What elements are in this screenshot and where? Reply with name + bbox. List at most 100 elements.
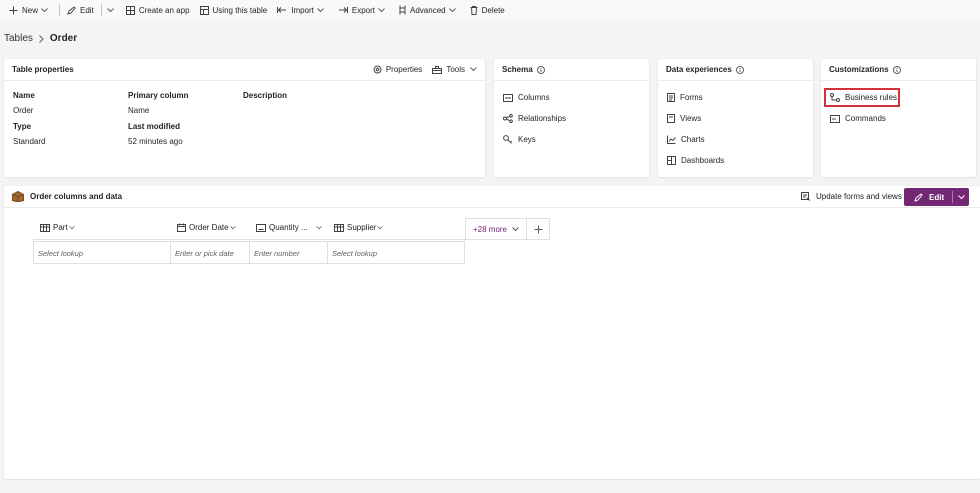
chevron-down-icon [377, 225, 384, 229]
edit-dropdown[interactable] [953, 194, 969, 200]
edit-toolbar-button[interactable]: Edit [62, 0, 99, 20]
advanced-button[interactable]: Advanced [394, 0, 465, 20]
data-experiences-card: Data experiences Forms Views Charts Dash… [658, 59, 813, 177]
commands-icon [830, 114, 840, 123]
schema-columns-link[interactable]: Columns [503, 93, 550, 102]
columns-data-title-row: Order columns and data [12, 191, 122, 202]
dashboards-link[interactable]: Dashboards [667, 156, 724, 165]
toolbox-icon [432, 65, 443, 74]
cell-divider [170, 241, 171, 264]
info-icon [536, 65, 545, 74]
last-modified-label: Last modified [128, 122, 181, 131]
grid-app-icon [125, 5, 135, 15]
info-icon [735, 65, 744, 74]
add-column-button[interactable] [527, 218, 550, 240]
cell-divider [327, 241, 328, 264]
charts-label: Charts [681, 135, 705, 144]
chevron-down-icon [106, 7, 114, 12]
chevron-down-icon [957, 194, 965, 199]
toolbar-divider [100, 4, 102, 16]
schema-card: Schema Columns Relationships Keys [494, 59, 649, 177]
number-column-icon [256, 223, 266, 232]
column-header-order-date[interactable]: Order Date [177, 223, 236, 232]
chevron-down-icon [378, 7, 385, 12]
info-icon [892, 65, 901, 74]
pencil-icon [67, 5, 76, 15]
import-button[interactable]: Import [272, 0, 333, 20]
column-header-quantity[interactable]: Quantity ... [256, 223, 322, 232]
update-forms-label: Update forms and views [816, 192, 902, 201]
more-columns-button[interactable]: +28 more [465, 218, 527, 240]
breadcrumb-current: Order [49, 33, 78, 44]
schema-keys-link[interactable]: Keys [503, 135, 536, 144]
using-table-label: Using this table [212, 5, 268, 15]
edit-dropdown-button[interactable] [104, 0, 121, 20]
column-header-label: Supplier [347, 223, 377, 232]
breadcrumb-tables-link[interactable]: Tables [4, 33, 33, 44]
update-forms-button[interactable]: Update forms and views [801, 192, 902, 201]
quantity-cell[interactable]: Enter number [254, 249, 299, 258]
new-button[interactable]: New [4, 0, 57, 20]
plus-icon [534, 225, 542, 233]
description-label: Description [243, 91, 288, 100]
schema-columns-label: Columns [518, 93, 550, 102]
part-cell[interactable]: Select lookup [38, 249, 83, 258]
schema-relationships-link[interactable]: Relationships [503, 114, 566, 123]
commands-link[interactable]: Commands [830, 114, 886, 123]
business-rules-link[interactable]: Business rules [830, 93, 897, 102]
commands-label: Commands [845, 114, 886, 123]
relationships-icon [503, 114, 513, 123]
form-icon [667, 93, 675, 102]
import-icon [277, 7, 287, 13]
chevron-down-icon [229, 225, 236, 229]
tools-button[interactable]: Tools [432, 65, 477, 74]
dashboard-icon [667, 156, 676, 165]
column-header-part[interactable]: Part [40, 223, 75, 232]
schema-relationships-label: Relationships [518, 114, 567, 123]
business-rules-icon [830, 93, 840, 102]
table-properties-header: Table properties Properties Tools [4, 59, 485, 81]
supplier-cell[interactable]: Select lookup [332, 249, 377, 258]
export-button[interactable]: Export [333, 0, 394, 20]
business-rules-label: Business rules [845, 93, 898, 102]
grid-header-row [33, 218, 465, 240]
column-header-label: Order Date [189, 223, 229, 232]
data-experiences-title: Data experiences [666, 65, 732, 74]
create-app-label: Create an app [138, 5, 190, 15]
table-properties-card: Table properties Properties Tools Name O… [4, 59, 485, 177]
column-header-label: Part [53, 223, 68, 232]
schema-title: Schema [502, 65, 533, 74]
chevron-down-icon [41, 7, 48, 12]
delete-button[interactable]: Delete [465, 0, 510, 20]
plus-icon [9, 6, 18, 14]
forms-label: Forms [680, 93, 703, 102]
name-value: Order [13, 106, 34, 115]
pencil-icon [914, 192, 923, 202]
column-header-supplier[interactable]: Supplier [334, 223, 384, 232]
command-bar: New Edit Create an app Using this table … [0, 0, 980, 20]
forms-link[interactable]: Forms [667, 93, 703, 102]
export-label: Export [351, 5, 376, 15]
import-label: Import [291, 5, 314, 15]
chart-icon [667, 135, 676, 144]
new-label: New [22, 5, 39, 15]
using-table-button[interactable]: Using this table [195, 0, 273, 20]
chevron-down-icon [316, 225, 322, 229]
edit-button-label: Edit [929, 192, 945, 202]
edit-button[interactable]: Edit [904, 188, 969, 206]
columns-icon [503, 93, 513, 102]
chevron-down-icon [512, 226, 519, 231]
order-date-cell[interactable]: Enter or pick date [175, 249, 234, 258]
views-label: Views [680, 114, 702, 123]
primary-column-label: Primary column [128, 91, 189, 100]
customizations-card: Customizations Business rules Commands [821, 59, 976, 177]
edit-main[interactable]: Edit [904, 193, 952, 202]
properties-button[interactable]: Properties [373, 65, 422, 74]
edit-label: Edit [80, 5, 94, 15]
schema-header: Schema [494, 59, 649, 81]
advanced-label: Advanced [410, 5, 446, 15]
views-link[interactable]: Views [667, 114, 701, 123]
charts-link[interactable]: Charts [667, 135, 705, 144]
create-app-button[interactable]: Create an app [121, 0, 195, 20]
customizations-header: Customizations [821, 59, 976, 81]
